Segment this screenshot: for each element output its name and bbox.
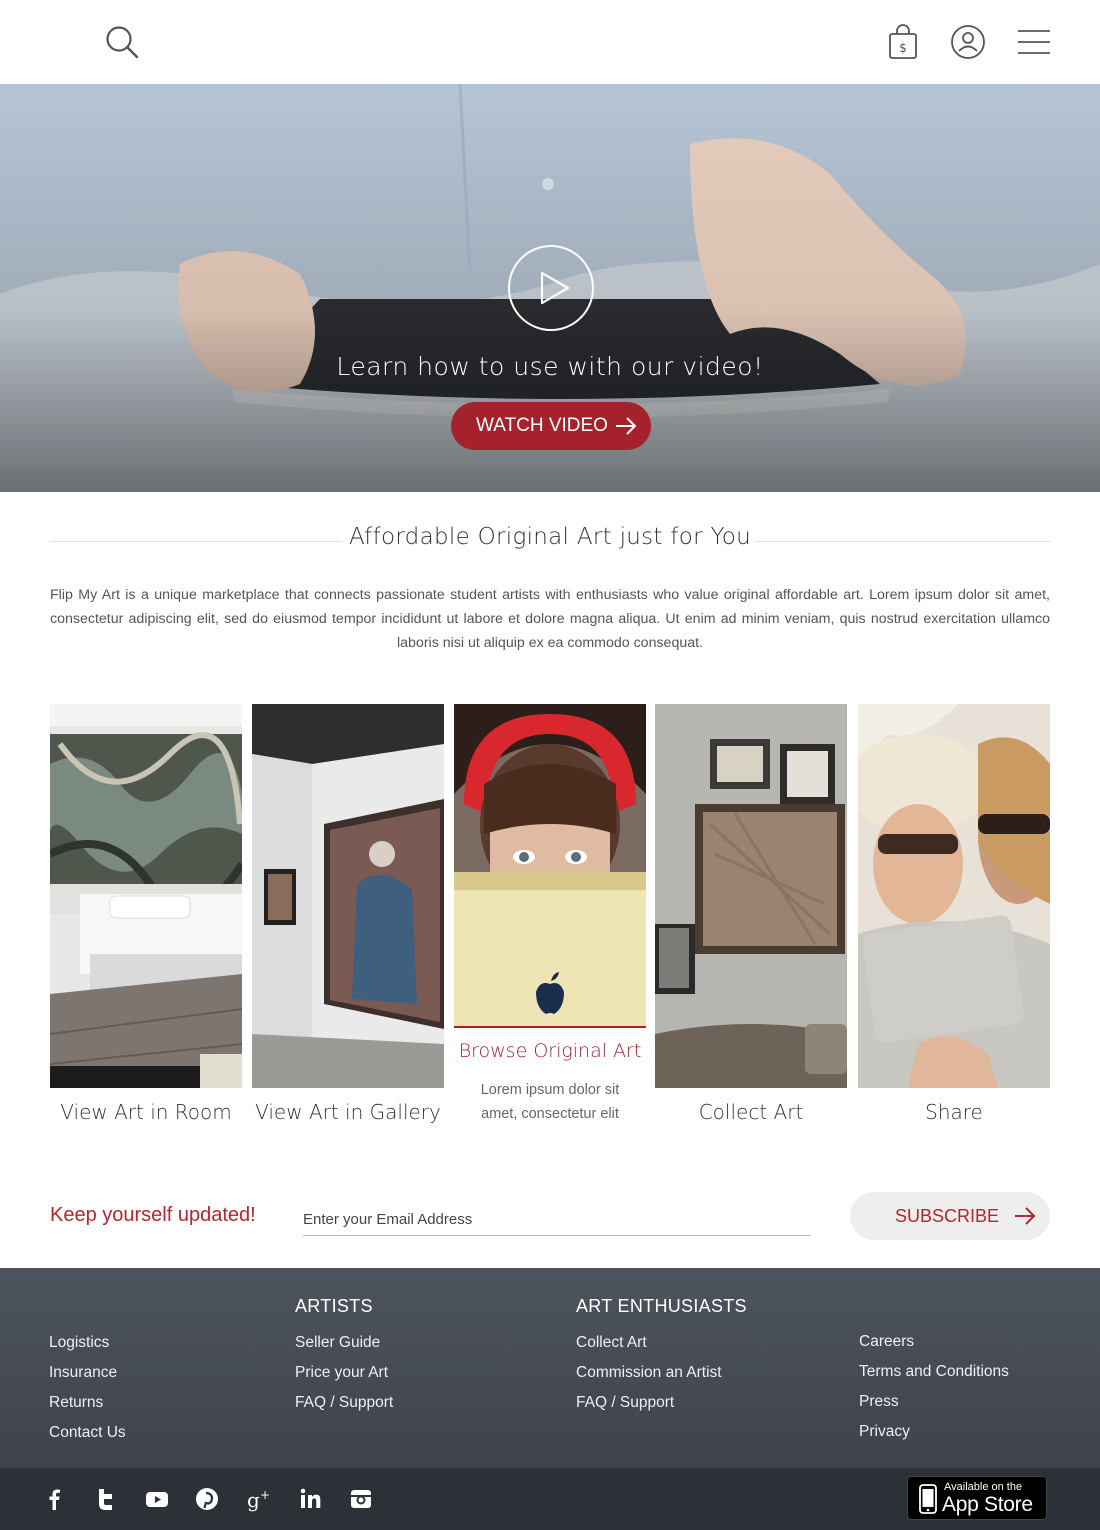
watch-video-button[interactable]: WATCH VIDEO xyxy=(451,402,651,450)
footer-link[interactable]: Logistics xyxy=(49,1334,109,1352)
search-icon[interactable] xyxy=(104,24,140,60)
footer-link[interactable]: Commission an Artist xyxy=(576,1364,722,1382)
section-title: Affordable Original Art just for You xyxy=(348,524,752,550)
footer-link[interactable]: Price your Art xyxy=(295,1364,388,1382)
feature-label: Browse Original Art xyxy=(458,1040,642,1062)
social-bar: g + Available on the App Store xyxy=(0,1468,1100,1530)
svg-text:+: + xyxy=(260,1488,270,1502)
watch-video-label: WATCH VIDEO xyxy=(476,415,608,436)
arrow-right-icon xyxy=(616,417,637,435)
facebook-icon[interactable] xyxy=(42,1486,68,1512)
youtube-icon[interactable] xyxy=(144,1486,170,1512)
footer-link[interactable]: FAQ / Support xyxy=(295,1394,393,1412)
instagram-icon[interactable] xyxy=(348,1486,374,1512)
menu-icon[interactable] xyxy=(1016,28,1052,56)
footer-link[interactable]: Careers xyxy=(859,1333,914,1351)
browse-image xyxy=(454,704,646,1028)
footer-link[interactable]: Returns xyxy=(49,1394,103,1412)
collect-image xyxy=(655,704,847,1088)
play-icon xyxy=(540,271,570,305)
app-store-badge[interactable]: Available on the App Store xyxy=(907,1476,1047,1520)
feature-description: Lorem ipsum dolor sit amet, consectetur … xyxy=(480,1082,620,1122)
google-plus-icon[interactable]: g + xyxy=(246,1486,272,1512)
site-footer: Logistics Insurance Returns Contact Us A… xyxy=(0,1268,1100,1468)
room-image xyxy=(50,704,242,1088)
footer-link[interactable]: Contact Us xyxy=(49,1424,126,1442)
feature-label: View Art in Room xyxy=(60,1100,232,1124)
gallery-image xyxy=(252,704,444,1088)
intro-paragraph: Flip My Art is a unique marketplace that… xyxy=(50,587,1050,651)
linkedin-icon[interactable] xyxy=(297,1486,323,1512)
footer-link[interactable]: Terms and Conditions xyxy=(859,1363,1009,1381)
footer-link[interactable]: Insurance xyxy=(49,1364,117,1382)
footer-link[interactable]: Collect Art xyxy=(576,1334,647,1352)
footer-heading: ARTISTS xyxy=(295,1296,373,1316)
footer-link[interactable]: Press xyxy=(859,1393,899,1411)
pinterest-icon[interactable] xyxy=(194,1486,220,1512)
hero-tagline: Learn how to use with our video! xyxy=(336,352,764,381)
divider-right xyxy=(756,541,1050,542)
app-store-caption: Available on the xyxy=(944,1481,1023,1493)
footer-link[interactable]: Privacy xyxy=(859,1423,910,1441)
footer-link[interactable]: Seller Guide xyxy=(295,1334,380,1352)
newsletter-title: Keep yourself updated! xyxy=(50,1204,256,1226)
share-image xyxy=(858,704,1050,1088)
feature-label: Collect Art xyxy=(698,1100,804,1124)
subscribe-button[interactable]: SUBSCRIBE xyxy=(850,1192,1050,1240)
footer-link[interactable]: FAQ / Support xyxy=(576,1394,674,1412)
email-field[interactable] xyxy=(303,1204,811,1236)
iphone-icon xyxy=(919,1484,937,1514)
feature-label: View Art in Gallery xyxy=(255,1100,441,1124)
subscribe-label: SUBSCRIBE xyxy=(895,1205,1000,1226)
feature-label: Share xyxy=(925,1100,983,1124)
arrow-right-icon xyxy=(1015,1207,1036,1225)
section-heading: Affordable Original Art just for You xyxy=(50,522,1050,558)
site-header: $ xyxy=(0,0,1100,84)
svg-text:$: $ xyxy=(899,41,907,55)
app-store-name: App Store xyxy=(942,1493,1033,1516)
user-icon[interactable] xyxy=(950,24,986,60)
shopping-bag-icon[interactable]: $ xyxy=(886,24,920,60)
hero-banner: Learn how to use with our video! WATCH V… xyxy=(0,84,1100,492)
footer-heading: ART ENTHUSIASTS xyxy=(576,1296,747,1316)
svg-text:g: g xyxy=(247,1488,260,1512)
play-video-button[interactable] xyxy=(508,245,594,331)
twitter-icon[interactable] xyxy=(93,1486,119,1512)
